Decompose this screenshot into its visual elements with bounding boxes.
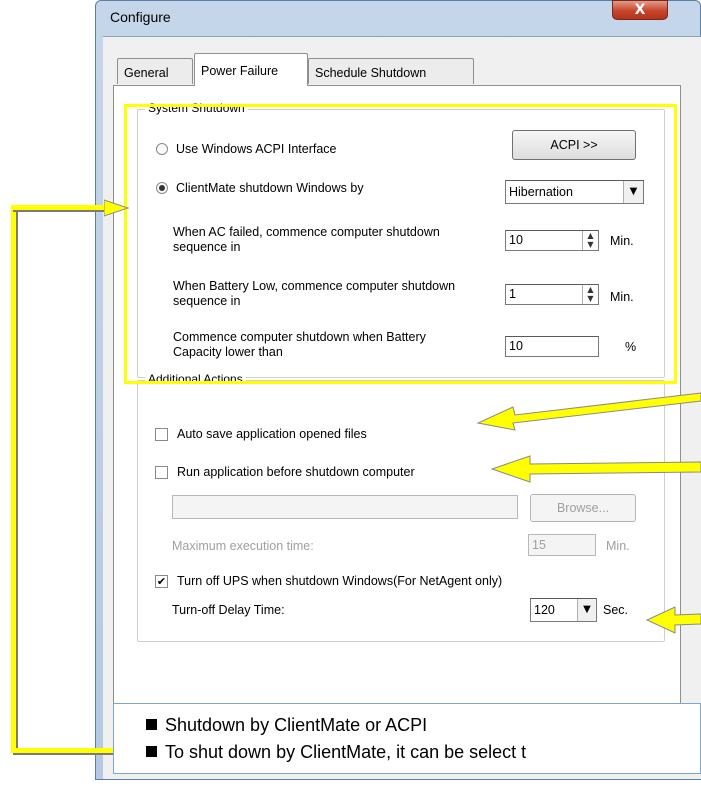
max-exec-unit: Min. xyxy=(606,539,630,553)
window-title: Configure xyxy=(110,9,171,25)
delay-time-value: 120 xyxy=(534,603,555,617)
delay-time-unit: Sec. xyxy=(603,603,629,617)
delay-time-select[interactable]: 120 ▼ xyxy=(530,598,597,622)
browse-button[interactable]: Browse... xyxy=(530,494,636,522)
delay-time-label: Turn-off Delay Time: xyxy=(172,603,285,617)
annotation-arrowhead xyxy=(104,199,130,217)
tab-power-failure[interactable]: Power Failure xyxy=(194,53,308,86)
close-button[interactable]: X xyxy=(612,0,668,20)
callout-line-2: To shut down by ClientMate, it can be se… xyxy=(146,742,526,763)
annotation-bracket-bottom xyxy=(11,748,116,753)
annotation-arrow-run-app xyxy=(490,455,701,483)
annotation-arrow-delay xyxy=(645,606,701,634)
run-app-checkbox[interactable] xyxy=(155,466,168,479)
max-exec-label: Maximum execution time: xyxy=(172,539,314,553)
max-exec-input[interactable]: 15 xyxy=(528,534,596,556)
annotation-highlight-box xyxy=(124,104,677,384)
check-icon: ✔ xyxy=(156,575,167,588)
close-icon: X xyxy=(634,2,646,18)
callout-line-1: Shutdown by ClientMate or ACPI xyxy=(146,715,427,736)
annotation-bracket-top xyxy=(11,205,111,210)
annotation-bracket-vertical xyxy=(11,205,16,753)
annotation-arrow-auto-save xyxy=(476,392,701,431)
tab-schedule-shutdown[interactable]: Schedule Shutdown xyxy=(308,58,474,84)
auto-save-checkbox[interactable] xyxy=(155,428,168,441)
turn-off-ups-label: Turn off UPS when shutdown Windows(For N… xyxy=(177,574,503,588)
chevron-down-icon[interactable]: ▼ xyxy=(577,599,596,621)
tab-general[interactable]: General xyxy=(117,58,193,84)
bullet-square-icon xyxy=(146,746,157,757)
annotation-callout: Shutdown by ClientMate or ACPI To shut d… xyxy=(113,703,701,774)
app-path-input[interactable] xyxy=(172,495,518,519)
callout-line-2-text: To shut down by ClientMate, it can be se… xyxy=(165,742,527,762)
bullet-square-icon xyxy=(146,719,157,730)
turn-off-ups-checkbox[interactable]: ✔ xyxy=(155,575,168,588)
run-app-label: Run application before shutdown computer xyxy=(177,465,415,479)
auto-save-label: Auto save application opened files xyxy=(177,427,367,441)
callout-line-1-text: Shutdown by ClientMate or ACPI xyxy=(165,715,428,735)
